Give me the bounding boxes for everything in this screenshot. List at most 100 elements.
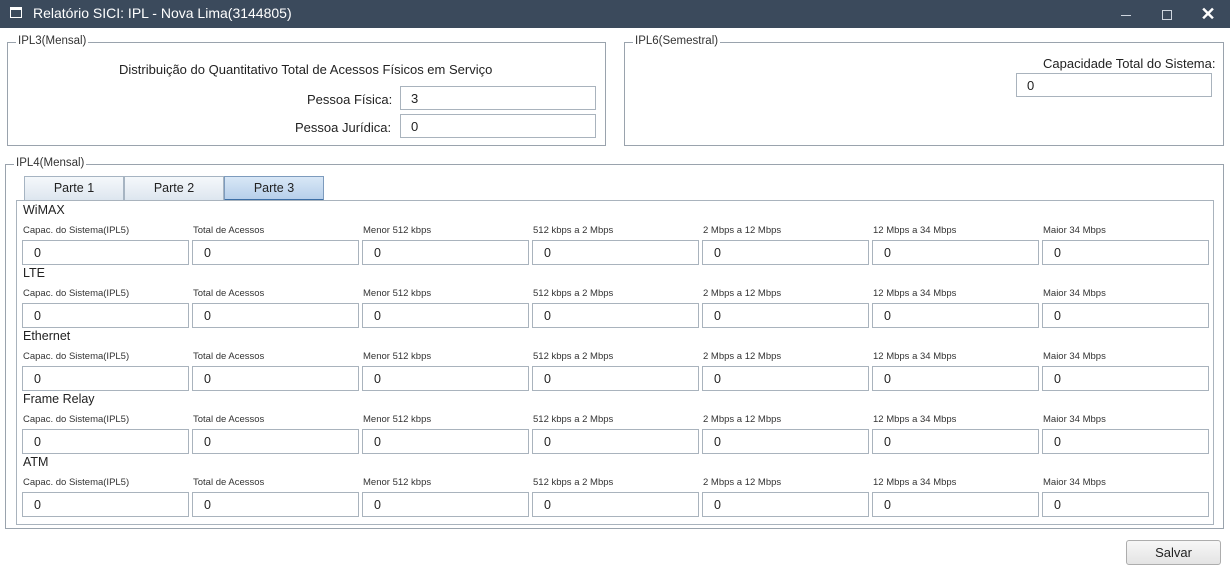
capacidade-label: Capacidade Total do Sistema: [1043, 56, 1216, 71]
tab-parte-2[interactable]: Parte 2 [124, 176, 224, 201]
section-title: Frame Relay [23, 392, 95, 406]
column-label: Maior 34 Mbps [1043, 351, 1106, 362]
column-label: Menor 512 kbps [363, 351, 432, 362]
column-label: 12 Mbps a 34 Mbps [873, 351, 957, 362]
column-label: 2 Mbps a 12 Mbps [703, 288, 782, 299]
column-label: 2 Mbps a 12 Mbps [703, 477, 782, 488]
value-input[interactable]: 0 [1042, 429, 1209, 454]
column-label: 12 Mbps a 34 Mbps [873, 414, 957, 425]
value-input[interactable]: 0 [22, 492, 189, 517]
value-input[interactable]: 0 [22, 429, 189, 454]
save-button[interactable]: Salvar [1126, 540, 1221, 565]
column-label: Capac. do Sistema(IPL5) [23, 225, 130, 236]
column-label: 2 Mbps a 12 Mbps [703, 414, 782, 425]
value-input[interactable]: 0 [702, 303, 869, 328]
value-input[interactable]: 0 [702, 429, 869, 454]
value-input[interactable]: 0 [872, 240, 1039, 265]
column-label: 2 Mbps a 12 Mbps [703, 351, 782, 362]
value-input[interactable]: 0 [872, 303, 1039, 328]
pessoa-fisica-input[interactable]: 3 [400, 86, 596, 110]
column-label: Menor 512 kbps [363, 414, 432, 425]
value-input[interactable]: 0 [532, 492, 699, 517]
column-label: Total de Acessos [193, 225, 265, 236]
column-label: 512 kbps a 2 Mbps [533, 225, 614, 236]
column-label: 12 Mbps a 34 Mbps [873, 477, 957, 488]
column-label: Total de Acessos [193, 477, 265, 488]
column-label: 512 kbps a 2 Mbps [533, 477, 614, 488]
column-label: Menor 512 kbps [363, 288, 432, 299]
column-label: Maior 34 Mbps [1043, 477, 1106, 488]
section-title: LTE [23, 266, 45, 280]
capacidade-input[interactable]: 0 [1016, 73, 1212, 97]
title-bar: Relatório SICI: IPL - Nova Lima(3144805)… [0, 0, 1230, 28]
tab-panel-parte-3: WiMAX Capac. do Sistema(IPL5) 0 Total de Ac… [16, 200, 1214, 525]
column-label: Total de Acessos [193, 288, 265, 299]
column-label: 12 Mbps a 34 Mbps [873, 225, 957, 236]
column-label: 512 kbps a 2 Mbps [533, 288, 614, 299]
value-input[interactable]: 0 [22, 240, 189, 265]
window-icon [10, 7, 22, 18]
ipl4-group: IPL4(Mensal) Parte 1 Parte 2 Parte 3 WiM… [5, 157, 1224, 529]
column-label: Total de Acessos [193, 414, 265, 425]
ipl6-group: IPL6(Semestral) Capacidade Total do Sist… [624, 35, 1224, 146]
column-label: 2 Mbps a 12 Mbps [703, 225, 782, 236]
minimize-icon [1121, 14, 1131, 16]
value-input[interactable]: 0 [192, 429, 359, 454]
ipl6-legend: IPL6(Semestral) [633, 35, 721, 47]
value-input[interactable]: 0 [362, 492, 529, 517]
ipl3-group: IPL3(Mensal) Distribuição do Quantitativ… [7, 35, 606, 146]
value-input[interactable]: 0 [1042, 303, 1209, 328]
column-label: Maior 34 Mbps [1043, 225, 1106, 236]
value-input[interactable]: 0 [532, 366, 699, 391]
value-input[interactable]: 0 [22, 366, 189, 391]
value-input[interactable]: 0 [872, 492, 1039, 517]
column-label: Total de Acessos [193, 351, 265, 362]
value-input[interactable]: 0 [872, 366, 1039, 391]
value-input[interactable]: 0 [192, 366, 359, 391]
pessoa-juridica-label: Pessoa Jurídica: [295, 120, 392, 135]
tab-parte-1[interactable]: Parte 1 [24, 176, 124, 201]
value-input[interactable]: 0 [362, 366, 529, 391]
ipl3-heading: Distribuição do Quantitativo Total de Ac… [119, 62, 493, 77]
column-label: Menor 512 kbps [363, 225, 432, 236]
value-input[interactable]: 0 [362, 303, 529, 328]
column-label: Maior 34 Mbps [1043, 288, 1106, 299]
value-input[interactable]: 0 [1042, 240, 1209, 265]
value-input[interactable]: 0 [22, 303, 189, 328]
close-button[interactable]: ✕ [1186, 0, 1230, 28]
column-label: 12 Mbps a 34 Mbps [873, 288, 957, 299]
value-input[interactable]: 0 [192, 240, 359, 265]
section-title: Ethernet [23, 329, 71, 343]
column-label: Maior 34 Mbps [1043, 414, 1106, 425]
tab-parte-3[interactable]: Parte 3 [224, 176, 324, 201]
value-input[interactable]: 0 [532, 240, 699, 265]
value-input[interactable]: 0 [702, 366, 869, 391]
maximize-button[interactable] [1145, 0, 1189, 28]
column-label: Capac. do Sistema(IPL5) [23, 477, 130, 488]
value-input[interactable]: 0 [1042, 366, 1209, 391]
minimize-button[interactable] [1104, 0, 1148, 28]
value-input[interactable]: 0 [702, 492, 869, 517]
value-input[interactable]: 0 [192, 492, 359, 517]
column-label: Capac. do Sistema(IPL5) [23, 288, 130, 299]
value-input[interactable]: 0 [702, 240, 869, 265]
pessoa-fisica-label: Pessoa Física: [307, 92, 393, 107]
value-input[interactable]: 0 [872, 429, 1039, 454]
value-input[interactable]: 0 [192, 303, 359, 328]
column-label: 512 kbps a 2 Mbps [533, 351, 614, 362]
close-icon: ✕ [1200, 4, 1216, 24]
column-label: Capac. do Sistema(IPL5) [23, 414, 130, 425]
value-input[interactable]: 0 [532, 429, 699, 454]
column-label: 512 kbps a 2 Mbps [533, 414, 614, 425]
value-input[interactable]: 0 [1042, 492, 1209, 517]
section-title: WiMAX [23, 203, 65, 217]
pessoa-juridica-input[interactable]: 0 [400, 114, 596, 138]
window-title: Relatório SICI: IPL - Nova Lima(3144805) [33, 5, 292, 21]
value-input[interactable]: 0 [362, 429, 529, 454]
value-input[interactable]: 0 [362, 240, 529, 265]
section-title: ATM [23, 455, 49, 469]
maximize-icon [1162, 10, 1172, 21]
value-input[interactable]: 0 [532, 303, 699, 328]
column-label: Capac. do Sistema(IPL5) [23, 351, 130, 362]
column-label: Menor 512 kbps [363, 477, 432, 488]
